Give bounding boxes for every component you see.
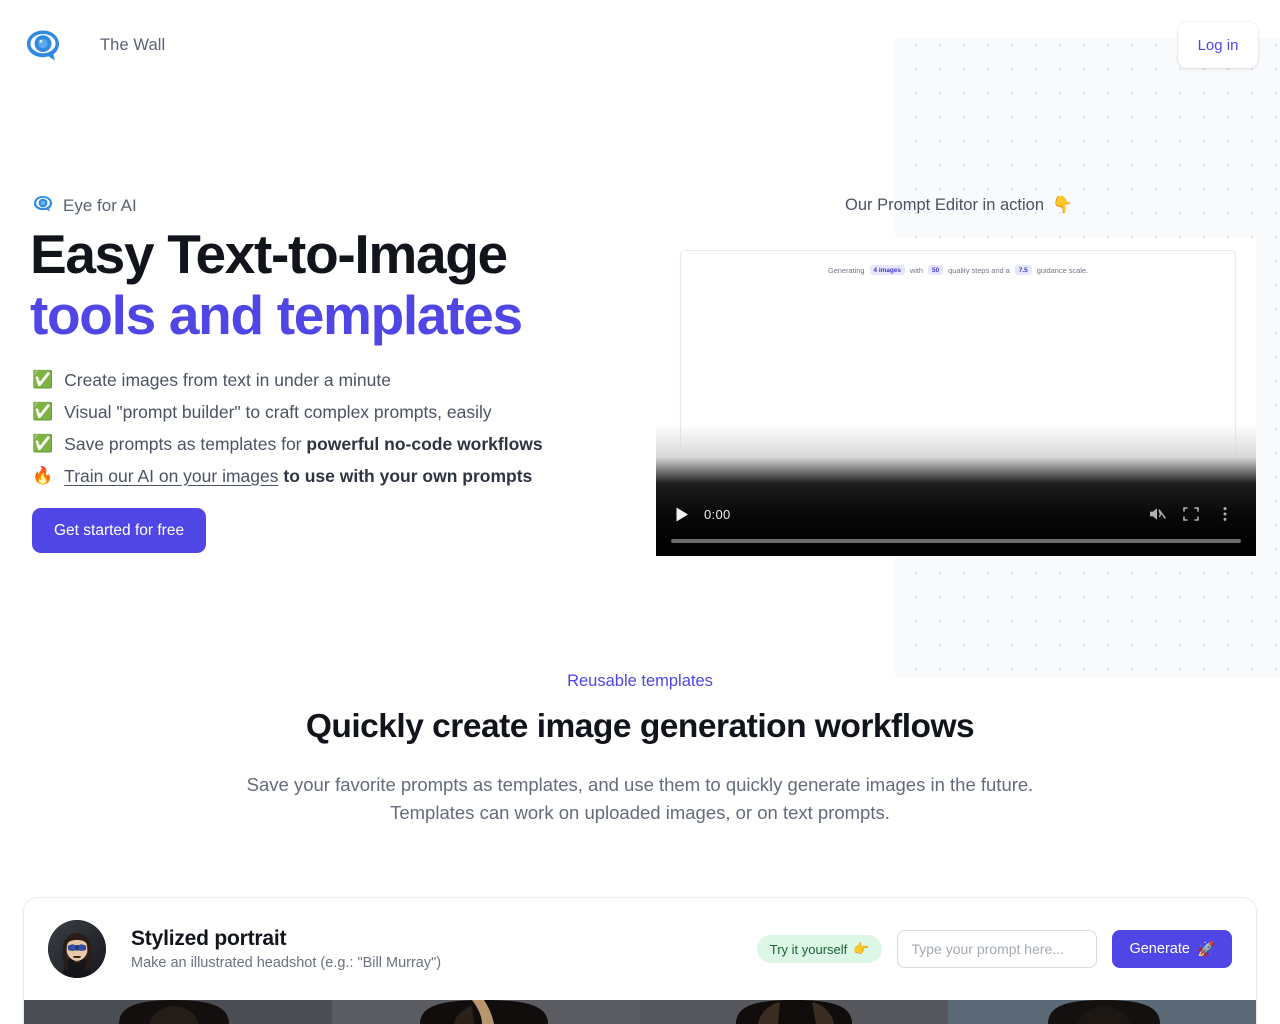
prompt-input[interactable] <box>897 930 1098 968</box>
try-it-yourself-badge: Try it yourself 👉 <box>756 935 883 963</box>
feature-text-bold: to use with your own prompts <box>278 466 533 486</box>
section-eyebrow: Reusable templates <box>567 672 713 690</box>
feature-text-bold: powerful no-code workflows <box>306 434 543 454</box>
video-caption: Our Prompt Editor in action 👇 <box>845 196 1073 215</box>
get-started-button[interactable]: Get started for free <box>32 508 207 553</box>
play-icon[interactable] <box>670 502 694 526</box>
feature-text-plain: Save prompts as templates for <box>64 434 307 454</box>
feature-item: ✅ Visual "prompt builder" to craft compl… <box>32 396 652 428</box>
template-card: Stylized portrait Make an illustrated he… <box>24 898 1256 1024</box>
video-player[interactable]: Generating 4 images with 50 quality step… <box>656 238 1256 556</box>
feature-item: 🔥 Train our AI on your images to use wit… <box>32 460 652 492</box>
feature-list: ✅ Create images from text in under a min… <box>32 364 652 492</box>
feature-text-link[interactable]: Train our AI on your images <box>64 466 278 486</box>
generating-mid-1: with <box>909 265 924 275</box>
generating-suffix: guidance scale. <box>1036 265 1089 275</box>
check-mark-emoji-icon: ✅ <box>32 434 54 453</box>
headline-line-1: Easy Text-to-Image <box>30 223 508 285</box>
video-current-time: 0:00 <box>704 506 731 522</box>
login-button[interactable]: Log in <box>1178 22 1258 68</box>
rocket-emoji-icon: 🚀 <box>1196 941 1215 958</box>
feature-text: Create images from text in under a minut… <box>64 370 391 390</box>
generate-button-label: Generate <box>1129 941 1190 957</box>
gallery-image[interactable] <box>948 1000 1256 1024</box>
generating-prefix: Generating <box>827 265 865 275</box>
quality-steps-chip: 50 <box>928 265 944 275</box>
template-actions: Try it yourself 👉 Generate 🚀 <box>756 930 1232 968</box>
template-gallery-strip <box>24 1000 1256 1024</box>
headline-line-2: tools and templates <box>30 284 523 346</box>
generation-status-line: Generating 4 images with 50 quality step… <box>681 265 1235 275</box>
feature-item: ✅ Save prompts as templates for powerful… <box>32 428 652 460</box>
feature-text: Save prompts as templates for powerful n… <box>64 428 542 460</box>
brand[interactable]: The Wall <box>22 24 165 66</box>
feature-text: Train our AI on your images to use with … <box>64 460 532 492</box>
site-header: The Wall Log in <box>0 0 1280 90</box>
template-info: Stylized portrait Make an illustrated he… <box>131 927 441 971</box>
feature-text: Visual "prompt builder" to craft complex… <box>64 402 492 422</box>
template-card-header: Stylized portrait Make an illustrated he… <box>24 898 1256 1000</box>
eye-icon <box>32 194 54 217</box>
fullscreen-icon[interactable] <box>1174 501 1208 527</box>
template-description: Make an illustrated headshot (e.g.: "Bil… <box>131 955 442 971</box>
gallery-image[interactable] <box>24 1000 332 1024</box>
hero-eyebrow: Eye for AI <box>32 194 137 217</box>
gallery-image[interactable] <box>332 1000 640 1024</box>
hero-eyebrow-label: Eye for AI <box>63 195 137 215</box>
try-badge-label: Try it yourself <box>769 941 848 957</box>
feature-item: ✅ Create images from text in under a min… <box>32 364 652 396</box>
generating-mid-2: quality steps and a <box>948 265 1010 275</box>
pointing-down-emoji-icon: 👇 <box>1052 196 1073 214</box>
video-progress-bar[interactable] <box>656 535 1256 547</box>
check-mark-emoji-icon: ✅ <box>32 402 54 421</box>
avatar <box>48 920 106 978</box>
check-mark-emoji-icon: ✅ <box>32 370 54 389</box>
video-progress-track <box>671 539 1241 543</box>
pointing-right-emoji-icon: 👉 <box>853 941 870 956</box>
gallery-image[interactable] <box>640 1000 948 1024</box>
fire-emoji-icon: 🔥 <box>32 466 54 485</box>
eye-speech-bubble-logo-icon <box>22 24 64 66</box>
kebab-menu-icon[interactable] <box>1208 501 1242 527</box>
images-count-chip: 4 images <box>869 265 905 275</box>
landing-page: The Wall Log in Eye for AI Easy Text-to-… <box>0 0 1280 1024</box>
template-title: Stylized portrait <box>131 927 287 950</box>
video-gradient-overlay <box>656 424 1256 484</box>
section-subtitle: Save your favorite prompts as templates,… <box>246 774 1034 823</box>
page-title: Easy Text-to-Image tools and templates <box>30 223 523 346</box>
muted-volume-icon[interactable] <box>1140 501 1174 527</box>
generate-button[interactable]: Generate 🚀 <box>1112 930 1232 968</box>
templates-section: Reusable templates Quickly create image … <box>0 672 1280 827</box>
video-controls-row: 0:00 <box>656 493 1256 535</box>
video-controls: 0:00 <box>656 484 1256 556</box>
video-caption-label: Our Prompt Editor in action <box>845 196 1044 214</box>
section-title: Quickly create image generation workflow… <box>305 708 975 745</box>
brand-name: The Wall <box>100 35 166 54</box>
guidance-scale-chip: 7.5 <box>1014 265 1032 275</box>
